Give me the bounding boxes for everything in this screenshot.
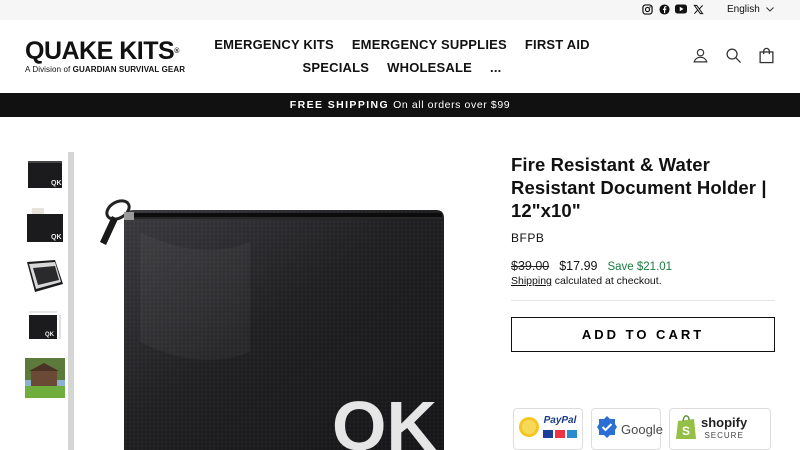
- shopify-label: shopify: [701, 415, 748, 430]
- thumbnail-document-holder-front[interactable]: QK: [25, 154, 65, 194]
- thumbnail-house-lifestyle[interactable]: [25, 358, 65, 398]
- google-badge: Google: [591, 408, 663, 450]
- main-nav: EMERGENCY KITS EMERGENCY SUPPLIES FIRST …: [197, 37, 607, 76]
- announcement-text: On all orders over $99: [393, 99, 511, 111]
- header-actions: [692, 47, 776, 65]
- shopify-bag-icon: S: [674, 414, 698, 445]
- price-row: $39.00 $17.99 Save $21.01: [511, 259, 775, 273]
- social-links: [641, 3, 704, 15]
- thumbnail-list: QK QK QK: [25, 154, 65, 409]
- card-logos-icon: [543, 426, 577, 444]
- language-label: English: [727, 4, 760, 15]
- svg-text:QK: QK: [51, 234, 62, 241]
- announcement-bold: FREE SHIPPING: [289, 99, 390, 111]
- announcement-bar: FREE SHIPPING On all orders over $99: [0, 93, 800, 117]
- instagram-icon[interactable]: [641, 3, 653, 15]
- cart-icon[interactable]: [758, 47, 776, 65]
- thumbnail-document-holder-dimensions[interactable]: QK: [25, 307, 65, 347]
- nav-first-aid[interactable]: FIRST AID: [516, 37, 599, 53]
- product-sku: BFPB: [511, 231, 545, 245]
- nav-more[interactable]: ...: [481, 60, 510, 76]
- logo-text: QUAKE KITS: [25, 37, 175, 65]
- youtube-icon[interactable]: [675, 3, 687, 15]
- utility-bar: English: [0, 0, 800, 20]
- shopify-badge: S shopify SECURE: [669, 408, 771, 450]
- svg-text:S: S: [682, 424, 690, 438]
- svg-text:QK: QK: [51, 180, 62, 187]
- nav-emergency-supplies[interactable]: EMERGENCY SUPPLIES: [343, 37, 516, 53]
- thumbnail-document-holder-with-papers[interactable]: QK: [25, 205, 65, 245]
- paypal-label: PayPal: [543, 414, 577, 426]
- paypal-seal-icon: [518, 416, 540, 443]
- product-title: Fire Resistant & Water Resistant Documen…: [511, 154, 767, 221]
- thumbnail-document-holder-open[interactable]: [25, 256, 65, 296]
- google-label: Google: [621, 421, 663, 437]
- product-info: Fire Resistant & Water Resistant Documen…: [511, 153, 775, 352]
- compare-price: $39.00: [511, 259, 550, 273]
- language-selector[interactable]: English: [727, 4, 774, 15]
- site-logo[interactable]: QUAKE KITS® A Division of GUARDIAN SURVI…: [25, 37, 186, 75]
- logo-tagline: A Division of GUARDIAN SURVIVAL GEAR: [25, 65, 186, 74]
- divider: [511, 300, 775, 301]
- shipping-note: Shipping calculated at checkout.: [511, 275, 662, 287]
- paypal-badge: PayPal: [513, 408, 583, 450]
- save-amount: Save $21.01: [607, 261, 673, 273]
- account-icon[interactable]: [692, 47, 710, 65]
- trust-badges: PayPal Google S shopify SECURE: [513, 408, 771, 450]
- svg-text:QK: QK: [45, 332, 55, 338]
- add-to-cart-button[interactable]: ADD TO CART: [511, 317, 775, 352]
- search-icon[interactable]: [725, 47, 743, 65]
- verified-check-icon: [596, 415, 618, 444]
- chevron-down-icon: [765, 4, 774, 15]
- shipping-link[interactable]: Shipping: [511, 275, 552, 287]
- facebook-icon[interactable]: [658, 3, 670, 15]
- sale-price: $17.99: [559, 259, 598, 273]
- nav-emergency-kits[interactable]: EMERGENCY KITS: [205, 37, 343, 53]
- thumbnail-scrollbar[interactable]: [68, 152, 74, 450]
- main-product-image[interactable]: QK: [80, 152, 480, 450]
- product-logo-text: QK: [332, 387, 437, 450]
- shopify-secure-label: SECURE: [704, 431, 744, 440]
- nav-specials[interactable]: SPECIALS: [294, 60, 379, 76]
- nav-wholesale[interactable]: WHOLESALE: [378, 60, 481, 76]
- x-icon[interactable]: [692, 3, 704, 15]
